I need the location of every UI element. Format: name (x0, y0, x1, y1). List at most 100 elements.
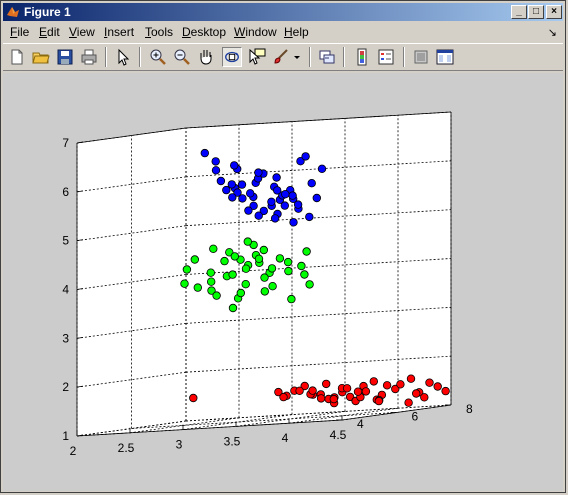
data-point (259, 245, 268, 255)
rotate-3d-icon[interactable] (222, 47, 242, 67)
data-point (322, 379, 331, 389)
data-point (396, 380, 405, 389)
data-point (287, 294, 296, 304)
dock-arrow-icon[interactable]: ↘ (548, 26, 557, 39)
data-point (236, 288, 245, 298)
save-icon[interactable] (55, 47, 75, 67)
edit-plot-icon[interactable] (113, 47, 133, 67)
data-point (420, 393, 429, 402)
data-point (209, 244, 218, 253)
data-point (281, 189, 290, 199)
toolbar-separator (343, 47, 345, 67)
menu-desktop[interactable]: Desktop (182, 25, 226, 39)
data-point (425, 378, 434, 387)
data-point (206, 277, 216, 286)
data-point (220, 256, 229, 266)
legend-icon[interactable] (376, 47, 396, 67)
data-point (216, 176, 226, 186)
menu-bar: File Edit View Insert Tools Desktop Wind… (3, 23, 563, 41)
data-point (433, 382, 442, 391)
data-point (193, 283, 202, 292)
data-point (230, 252, 239, 261)
z-tick-label: 4 (62, 283, 69, 297)
data-point (305, 212, 314, 222)
data-point (305, 280, 314, 289)
data-point (180, 279, 189, 288)
data-point (412, 389, 421, 398)
print-icon[interactable] (79, 47, 99, 67)
data-cursor-icon[interactable] (247, 47, 267, 67)
menu-tools[interactable]: Tools (145, 25, 173, 39)
figure-canvas[interactable]: 2 2.5 3 3.5 4 4.5 4 6 8 1 2 3 4 5 6 7 (3, 73, 563, 491)
data-point (307, 178, 316, 188)
data-point (212, 291, 221, 300)
data-point (289, 218, 298, 227)
data-point (211, 157, 220, 166)
data-point (237, 180, 247, 189)
y-tick-label: 4 (357, 417, 364, 431)
menu-help[interactable]: Help (284, 25, 309, 39)
figure-window: Figure 1 _ □ × File Edit View Insert Too… (0, 0, 566, 493)
brush-dropdown-icon[interactable] (291, 47, 303, 67)
menu-insert[interactable]: Insert (104, 25, 134, 39)
data-point (312, 193, 321, 203)
data-point (228, 303, 238, 313)
data-point (241, 264, 251, 273)
menu-view[interactable]: View (69, 25, 95, 39)
data-point (441, 386, 450, 396)
data-point (211, 166, 221, 175)
x-tick-label: 3 (176, 438, 183, 452)
data-point (241, 279, 250, 289)
toolbar-separator (139, 47, 141, 67)
scatter-3d-plot[interactable]: 2 2.5 3 3.5 4 4.54681234567 (3, 73, 563, 491)
data-point (293, 200, 303, 209)
data-point (283, 257, 293, 267)
data-point (190, 255, 199, 264)
colorbar-icon[interactable] (352, 47, 372, 67)
link-plot-icon[interactable] (317, 47, 337, 67)
hide-plot-tools-icon[interactable] (411, 47, 431, 67)
zoom-in-icon[interactable] (148, 47, 168, 67)
data-point (189, 393, 198, 403)
menu-edit[interactable]: Edit (39, 25, 60, 39)
title-bar: Figure 1 _ □ × (3, 3, 563, 21)
toolbar-separator (105, 47, 107, 67)
data-point (222, 185, 231, 195)
data-point (301, 152, 310, 161)
data-point (353, 387, 363, 396)
z-tick-label: 5 (62, 234, 69, 248)
z-tick-label: 3 (62, 331, 69, 345)
data-point (206, 268, 215, 277)
close-button[interactable]: × (546, 5, 562, 19)
x-tick-label: 4.5 (330, 428, 347, 442)
toolbar-separator (309, 47, 311, 67)
z-tick-label: 7 (62, 136, 69, 150)
data-point (267, 197, 276, 206)
data-point (267, 264, 277, 273)
x-tick-label: 2.5 (118, 441, 135, 455)
data-point (244, 206, 253, 215)
new-figure-icon[interactable] (7, 47, 27, 67)
data-point (342, 384, 352, 393)
data-point (275, 254, 285, 263)
minimize-button[interactable]: _ (511, 5, 527, 19)
data-point (308, 386, 317, 395)
menu-file[interactable]: File (10, 25, 29, 39)
brush-icon[interactable] (271, 47, 291, 67)
z-tick-label: 1 (62, 429, 69, 443)
maximize-button[interactable]: □ (528, 5, 544, 19)
data-point (245, 189, 255, 198)
window-title: Figure 1 (24, 5, 71, 19)
data-point (382, 381, 392, 390)
y-tick-label: 8 (466, 402, 473, 416)
y-tick-label: 6 (412, 410, 419, 424)
menu-window[interactable]: Window (234, 25, 277, 39)
x-tick-label: 3.5 (224, 434, 241, 448)
data-point (229, 161, 239, 170)
pan-icon[interactable] (196, 47, 216, 67)
figure-toolbar (3, 43, 563, 71)
zoom-out-icon[interactable] (172, 47, 192, 67)
show-plot-tools-icon[interactable] (435, 47, 455, 67)
data-point (288, 191, 297, 200)
open-file-icon[interactable] (31, 47, 51, 67)
